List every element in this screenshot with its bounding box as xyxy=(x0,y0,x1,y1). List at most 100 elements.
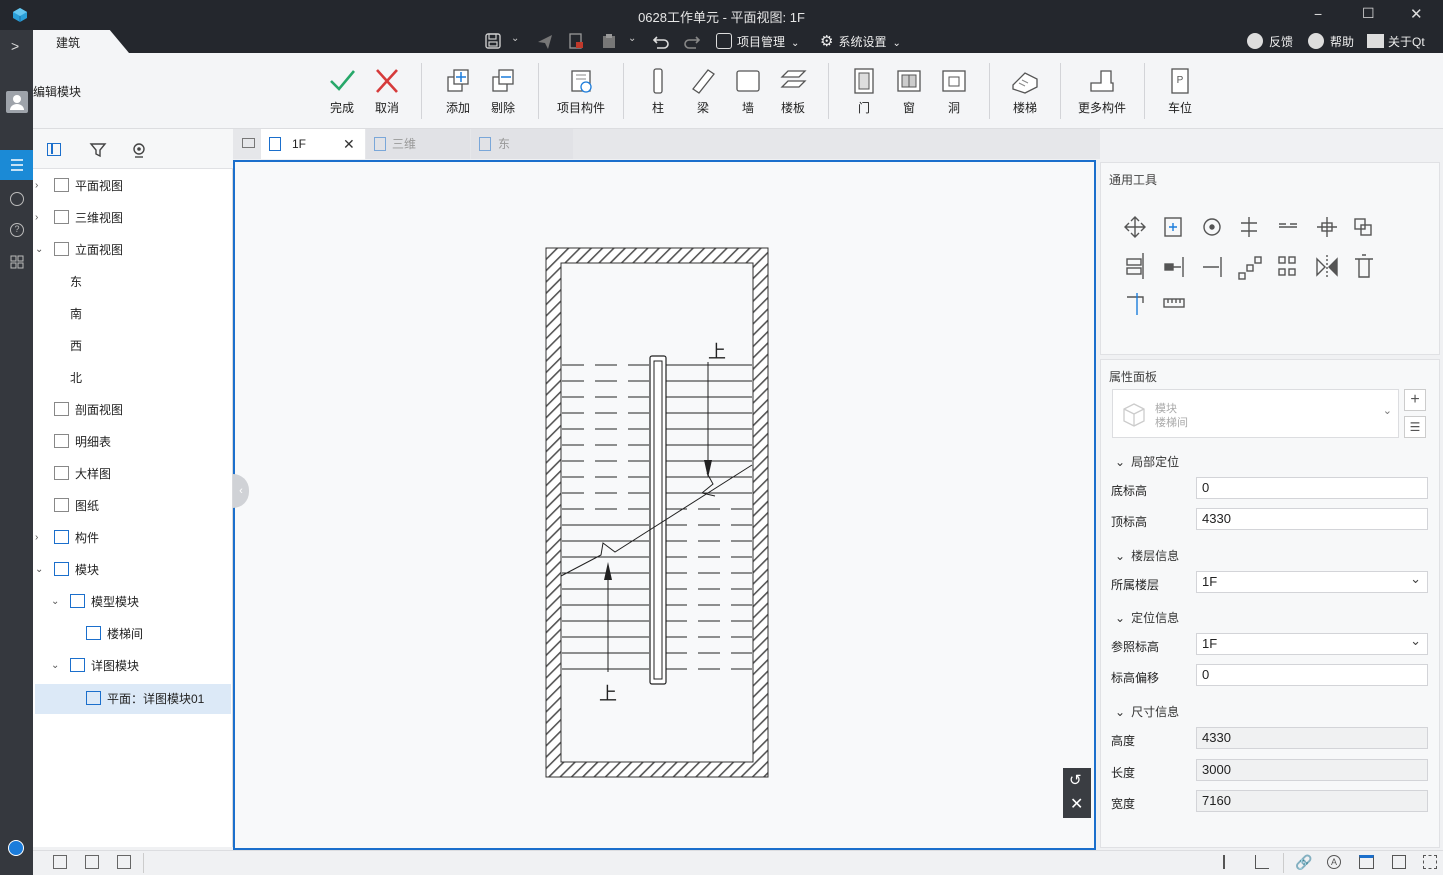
tree-node-detail-modules[interactable]: ⌄ 详图模块 xyxy=(51,652,139,680)
exit-icon[interactable]: ✕ xyxy=(1070,794,1083,814)
tree-toolbar xyxy=(33,129,233,169)
tab-east[interactable]: 东 xyxy=(471,129,573,159)
tree-node-north[interactable]: 北 xyxy=(70,364,82,392)
tree-node-modules[interactable]: ⌄ 模块 xyxy=(35,556,99,584)
tree-node-detail-views[interactable]: 大样图 xyxy=(54,460,111,488)
filter-icon[interactable] xyxy=(89,141,107,159)
tree-node-model-modules[interactable]: ⌄ 模型模块 xyxy=(51,588,139,616)
beam-button[interactable]: 梁 xyxy=(681,65,725,121)
tree-node-label: 图纸 xyxy=(75,499,100,513)
more-components-button[interactable]: 更多构件 xyxy=(1074,65,1130,121)
window-button[interactable]: 窗 xyxy=(887,65,931,121)
cancel-button[interactable]: 取消 xyxy=(365,65,409,121)
status-divider xyxy=(143,853,144,873)
link-icon[interactable]: 🔗 xyxy=(1295,854,1312,871)
tree-node-label: 剖面视图 xyxy=(75,403,124,417)
section-position-info[interactable]: ⌄ 定位信息 xyxy=(1115,609,1179,626)
top-elevation-field[interactable]: 4330 xyxy=(1196,508,1428,530)
tree-node-plan-detail-module-01[interactable]: 平面：详图模块01 xyxy=(86,685,204,713)
drawing-canvas[interactable]: ‹ 上 上 ↺ ✕ xyxy=(233,160,1096,850)
chevron-down-icon: ⌄ xyxy=(892,38,901,49)
floor-select[interactable]: 1F xyxy=(1196,569,1428,593)
window-icon xyxy=(897,70,921,92)
fullscreen-icon[interactable] xyxy=(1423,855,1437,869)
tree-node-plan-views[interactable]: › 平面视图 xyxy=(35,172,123,200)
outline-icon[interactable] xyxy=(1223,855,1237,869)
project-manage-menu[interactable]: 项目管理 ⌄ xyxy=(716,32,799,52)
system-settings-menu[interactable]: ⚙ 系统设置 ⌄ xyxy=(820,32,901,52)
user-avatar[interactable] xyxy=(6,91,28,113)
status-dot-icon[interactable] xyxy=(8,840,24,856)
base-elevation-field[interactable]: 0 xyxy=(1196,477,1428,499)
layout-grid-icon-3[interactable] xyxy=(117,855,131,869)
opening-button[interactable]: 洞 xyxy=(932,65,976,121)
feedback-button[interactable]: 反馈 xyxy=(1247,32,1293,52)
help-label: 帮助 xyxy=(1330,35,1355,49)
minimize-button[interactable]: − xyxy=(1314,6,1322,22)
maximize-button[interactable]: ☐ xyxy=(1362,5,1375,22)
tree-node-east[interactable]: 东 xyxy=(70,268,82,296)
tree-node-west[interactable]: 西 xyxy=(70,332,82,360)
redo-icon[interactable] xyxy=(682,32,702,50)
tab-1f[interactable]: 1F ✕ xyxy=(261,129,365,159)
list-view-icon[interactable] xyxy=(0,150,33,180)
slab-button[interactable]: 楼板 xyxy=(771,65,815,121)
tree-node-schedules[interactable]: 明细表 xyxy=(54,428,111,456)
tree-node-sheets[interactable]: 图纸 xyxy=(54,492,99,520)
layout-grid-icon-1[interactable] xyxy=(53,855,67,869)
grid-icon[interactable] xyxy=(10,255,24,269)
clipboard-icon[interactable] xyxy=(600,32,618,50)
finish-button[interactable]: 完成 xyxy=(320,65,364,121)
mirror-icon xyxy=(1316,255,1338,279)
tab-architecture[interactable]: 建筑 xyxy=(33,30,129,53)
reset-view-icon[interactable]: ↺ xyxy=(1069,771,1082,789)
project-component-button[interactable]: 项目构件 xyxy=(553,65,609,121)
stair-button[interactable]: 楼梯 xyxy=(1003,65,1047,121)
add-type-button[interactable]: + xyxy=(1404,389,1426,411)
close-window-button[interactable]: ✕ xyxy=(1410,5,1423,23)
move-icon xyxy=(1124,216,1146,238)
section-size-info[interactable]: ⌄ 尺寸信息 xyxy=(1115,703,1179,720)
tree-node-label: 平面：详图模块01 xyxy=(107,692,205,706)
expand-icon[interactable]: > xyxy=(11,38,19,54)
tree-node-3d-views[interactable]: › 三维视图 xyxy=(35,204,123,232)
wall-button[interactable]: 墙 xyxy=(726,65,770,121)
view-3d-icon[interactable] xyxy=(1392,855,1406,869)
tree-node-elevation-views[interactable]: ⌄ 立面视图 xyxy=(35,236,123,264)
annotation-icon[interactable]: A xyxy=(1327,855,1341,869)
elevation-offset-field[interactable]: 0 xyxy=(1196,664,1428,686)
add-button[interactable]: 添加 xyxy=(436,65,480,121)
column-button[interactable]: 柱 xyxy=(636,65,680,121)
edit-type-button[interactable]: ☰ xyxy=(1404,416,1426,438)
section-local-position[interactable]: ⌄ 局部定位 xyxy=(1115,453,1179,470)
tree-node-stairwell[interactable]: 楼梯间 xyxy=(86,620,143,648)
undo-icon[interactable] xyxy=(651,32,671,50)
tree-node-components[interactable]: › 构件 xyxy=(35,524,99,552)
question-icon[interactable]: ? xyxy=(10,223,24,237)
tab-list-icon[interactable] xyxy=(242,138,255,148)
type-selector[interactable]: 模块 楼梯间 ⌄ xyxy=(1112,389,1399,438)
cancel-label: 取消 xyxy=(374,101,399,115)
view-sync-icon[interactable] xyxy=(1359,855,1374,869)
tree-node-section-views[interactable]: 剖面视图 xyxy=(54,396,123,424)
save-dropdown-icon[interactable]: ⌄ xyxy=(511,33,519,44)
door-button[interactable]: 门 xyxy=(842,65,886,121)
layout-grid-icon-2[interactable] xyxy=(85,855,99,869)
panel-toggle-icon[interactable] xyxy=(47,143,61,156)
about-button[interactable]: 关于Qt xyxy=(1367,32,1425,52)
section-floor-info[interactable]: ⌄ 楼层信息 xyxy=(1115,547,1179,564)
export-pdf-icon[interactable] xyxy=(567,32,585,50)
remove-button[interactable]: 剔除 xyxy=(481,65,525,121)
send-icon[interactable] xyxy=(536,33,554,51)
locate-icon[interactable] xyxy=(130,141,148,159)
tab-3d[interactable]: 三维 xyxy=(366,129,470,159)
parking-button[interactable]: P 车位 xyxy=(1158,65,1202,121)
angle-icon[interactable] xyxy=(1255,855,1269,869)
clipboard-dropdown-icon[interactable]: ⌄ xyxy=(628,33,636,44)
save-icon[interactable] xyxy=(484,32,502,50)
reference-elevation-select[interactable]: 1F xyxy=(1196,631,1428,655)
help-button[interactable]: 帮助 xyxy=(1308,32,1354,52)
compass-icon[interactable] xyxy=(10,192,24,206)
close-tab-icon[interactable]: ✕ xyxy=(343,129,355,159)
tree-node-south[interactable]: 南 xyxy=(70,300,82,328)
